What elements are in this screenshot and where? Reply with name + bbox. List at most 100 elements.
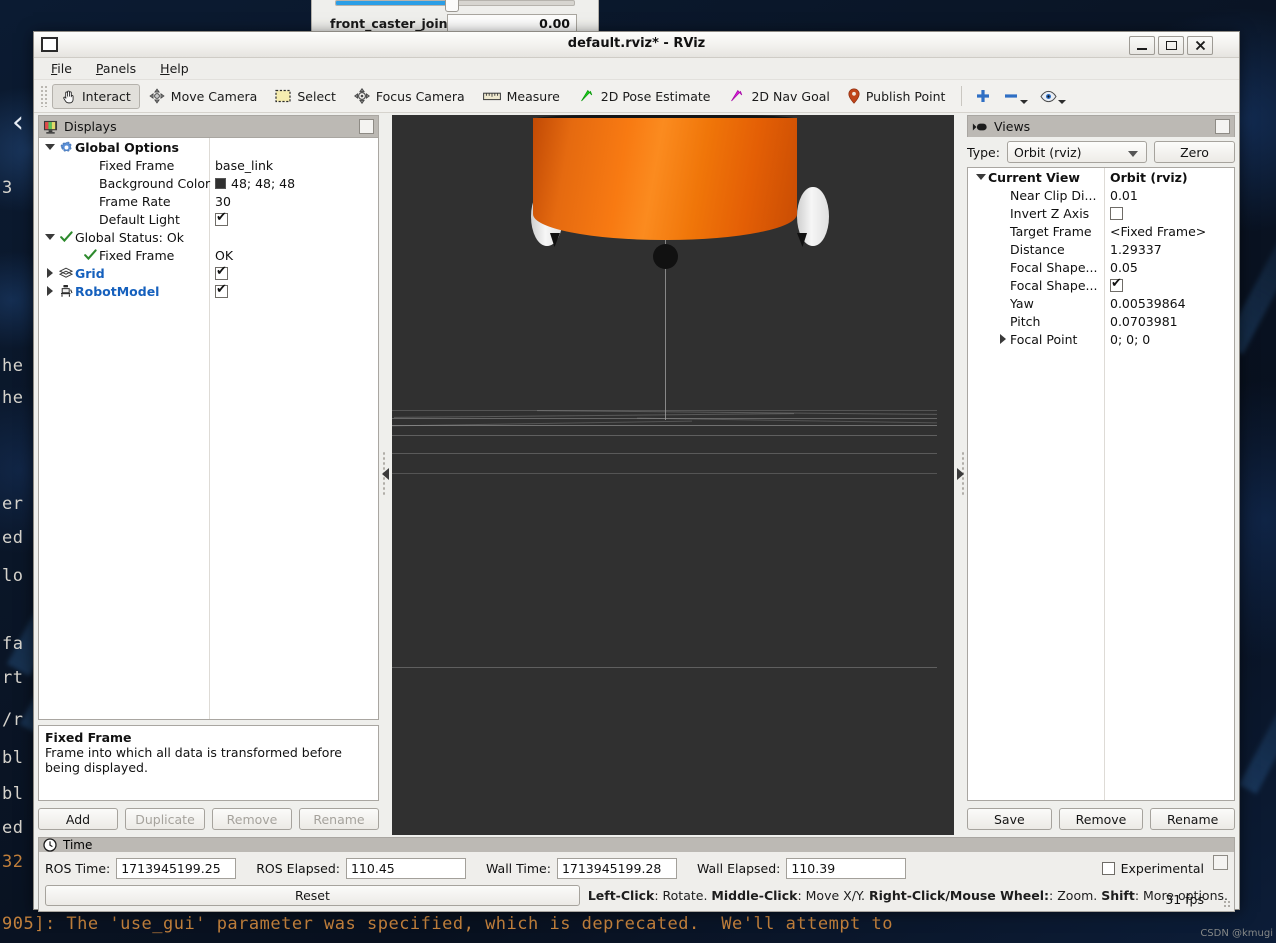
row-checkbox[interactable]: [215, 264, 228, 280]
time-fields-row: ROS Time: 1713945199.25 ROS Elapsed: 110.45…: [45, 857, 1228, 880]
time-field-input[interactable]: 1713945199.25: [116, 858, 237, 879]
views-row-value[interactable]: 0; 0; 0: [1110, 332, 1150, 347]
displays-tree-row[interactable]: Global Status: Ok: [39, 228, 378, 246]
row-checkbox[interactable]: [215, 210, 228, 226]
remove-tool-button[interactable]: [997, 83, 1034, 109]
collapse-left-arrow-icon[interactable]: [382, 468, 389, 480]
displays-tree-row[interactable]: Fixed Frame base_link: [39, 156, 378, 174]
menu-file[interactable]: File: [48, 60, 75, 77]
experimental-toggle[interactable]: Experimental: [1101, 861, 1204, 876]
views-row-value[interactable]: <Fixed Frame>: [1110, 224, 1206, 239]
menu-help[interactable]: Help: [157, 60, 192, 77]
chevron-down-icon[interactable]: [1058, 99, 1067, 104]
displays-tree-row[interactable]: Default Light: [39, 210, 378, 228]
tool-move-camera[interactable]: Move Camera: [140, 84, 267, 109]
add-display-button[interactable]: Add: [38, 808, 118, 830]
views-tree-row[interactable]: Near Clip Di... 0.01: [968, 186, 1234, 204]
views-tree-row[interactable]: Yaw 0.00539864: [968, 294, 1234, 312]
displays-tree-row[interactable]: Background Color 48; 48; 48: [39, 174, 378, 192]
views-tree-row[interactable]: Target Frame <Fixed Frame>: [968, 222, 1234, 240]
displays-row-value[interactable]: [215, 282, 228, 298]
displays-tree-row[interactable]: Fixed Frame OK: [39, 246, 378, 264]
close-button[interactable]: [1187, 36, 1213, 55]
reset-button[interactable]: Reset: [45, 885, 580, 906]
tool-label: Measure: [506, 88, 560, 104]
views-tree-row[interactable]: Invert Z Axis: [968, 204, 1234, 222]
views-row-value[interactable]: Orbit (rviz): [1110, 170, 1188, 185]
views-row-value[interactable]: 0.0703981: [1110, 314, 1178, 329]
views-tree-row[interactable]: Focal Shape...: [968, 276, 1234, 294]
experimental-checkbox[interactable]: [1101, 862, 1115, 875]
tool-focus-camera[interactable]: Focus Camera: [345, 84, 474, 109]
row-checkbox[interactable]: [1110, 276, 1123, 292]
save-view-button[interactable]: Save: [967, 808, 1052, 830]
menu-panels[interactable]: Panels: [93, 60, 139, 77]
view-type-combobox[interactable]: Orbit (rviz): [1006, 141, 1147, 163]
maximize-button[interactable]: [1158, 36, 1184, 55]
views-row-value[interactable]: 0.05: [1110, 260, 1138, 275]
row-checkbox[interactable]: [215, 282, 228, 298]
remove-view-button[interactable]: Remove: [1058, 808, 1144, 830]
expander-collapse-icon[interactable]: [43, 234, 57, 240]
displays-tree-row[interactable]: Global Options: [39, 138, 378, 156]
color-swatch[interactable]: [215, 177, 226, 189]
tool-interact[interactable]: Interact: [52, 83, 140, 109]
views-tree-row[interactable]: Current View Orbit (rviz): [968, 168, 1234, 186]
displays-row-value[interactable]: [215, 264, 228, 280]
views-row-value[interactable]: 0.01: [1110, 188, 1138, 203]
displays-row-value[interactable]: OK: [215, 248, 233, 263]
views-row-value[interactable]: [1110, 276, 1123, 292]
views-row-label: Yaw: [1010, 295, 1034, 311]
time-float-button[interactable]: [1213, 855, 1228, 870]
views-tree-row[interactable]: Focal Point 0; 0; 0: [968, 330, 1234, 348]
expander-collapse-icon[interactable]: [43, 144, 57, 150]
views-row-value[interactable]: 1.29337: [1110, 242, 1162, 257]
toolbar-grip[interactable]: [40, 85, 49, 107]
tool-visibility-button[interactable]: [1034, 83, 1072, 109]
collapse-right-arrow-icon[interactable]: [957, 468, 964, 480]
displays-row-value[interactable]: 48; 48; 48: [215, 176, 295, 191]
displays-tree-row[interactable]: Grid: [39, 264, 378, 282]
views-row-value[interactable]: [1110, 206, 1123, 220]
tool-2d-pose-estimate[interactable]: 2D Pose Estimate: [569, 84, 720, 109]
displays-row-value[interactable]: 30: [215, 194, 231, 209]
left-splitter[interactable]: [379, 113, 392, 835]
time-field-input[interactable]: 110.45: [345, 858, 466, 879]
tool-publish-point[interactable]: Publish Point: [839, 84, 955, 109]
displays-tree[interactable]: Global Options Fixed Frame base_link Backgr…: [38, 137, 379, 720]
views-tree[interactable]: Current View Orbit (rviz) Near Clip Di... 0…: [967, 167, 1235, 801]
chevron-down-icon[interactable]: [1020, 99, 1029, 104]
resize-grip[interactable]: [1223, 900, 1232, 909]
views-float-button[interactable]: [1215, 119, 1230, 134]
expander-expand-icon[interactable]: [996, 334, 1010, 344]
joint-slider-handle[interactable]: [445, 0, 459, 12]
row-checkbox[interactable]: [1110, 206, 1123, 220]
views-tree-row[interactable]: Pitch 0.0703981: [968, 312, 1234, 330]
right-splitter[interactable]: [954, 113, 967, 835]
expander-collapse-icon[interactable]: [974, 174, 988, 180]
displays-float-button[interactable]: [359, 119, 374, 134]
expander-expand-icon[interactable]: [43, 286, 57, 296]
rename-view-button[interactable]: Rename: [1150, 808, 1236, 830]
time-field-input[interactable]: 1713945199.28: [556, 858, 677, 879]
tool-2d-nav-goal[interactable]: 2D Nav Goal: [719, 84, 838, 109]
3d-viewport[interactable]: [392, 115, 954, 835]
views-tree-row[interactable]: Focal Shape... 0.05: [968, 258, 1234, 276]
views-row-value[interactable]: 0.00539864: [1110, 296, 1186, 311]
tool-measure[interactable]: Measure: [474, 84, 569, 109]
render-canvas[interactable]: [392, 115, 954, 835]
zero-button[interactable]: Zero: [1153, 141, 1235, 163]
displays-row-value[interactable]: [215, 210, 228, 226]
time-field-input[interactable]: 110.39: [786, 858, 907, 879]
expander-expand-icon[interactable]: [43, 268, 57, 278]
minimize-button[interactable]: [1129, 36, 1155, 55]
terminal-line: er: [2, 494, 24, 514]
displays-row-value[interactable]: base_link: [215, 158, 273, 173]
pose-arrow-icon: [580, 89, 592, 102]
displays-tree-row[interactable]: RobotModel: [39, 282, 378, 300]
views-tree-row[interactable]: Distance 1.29337: [968, 240, 1234, 258]
add-tool-button[interactable]: [969, 83, 997, 109]
views-button-row: Save Remove Rename: [967, 801, 1236, 835]
displays-tree-row[interactable]: Frame Rate 30: [39, 192, 378, 210]
tool-select[interactable]: Select: [266, 84, 345, 109]
